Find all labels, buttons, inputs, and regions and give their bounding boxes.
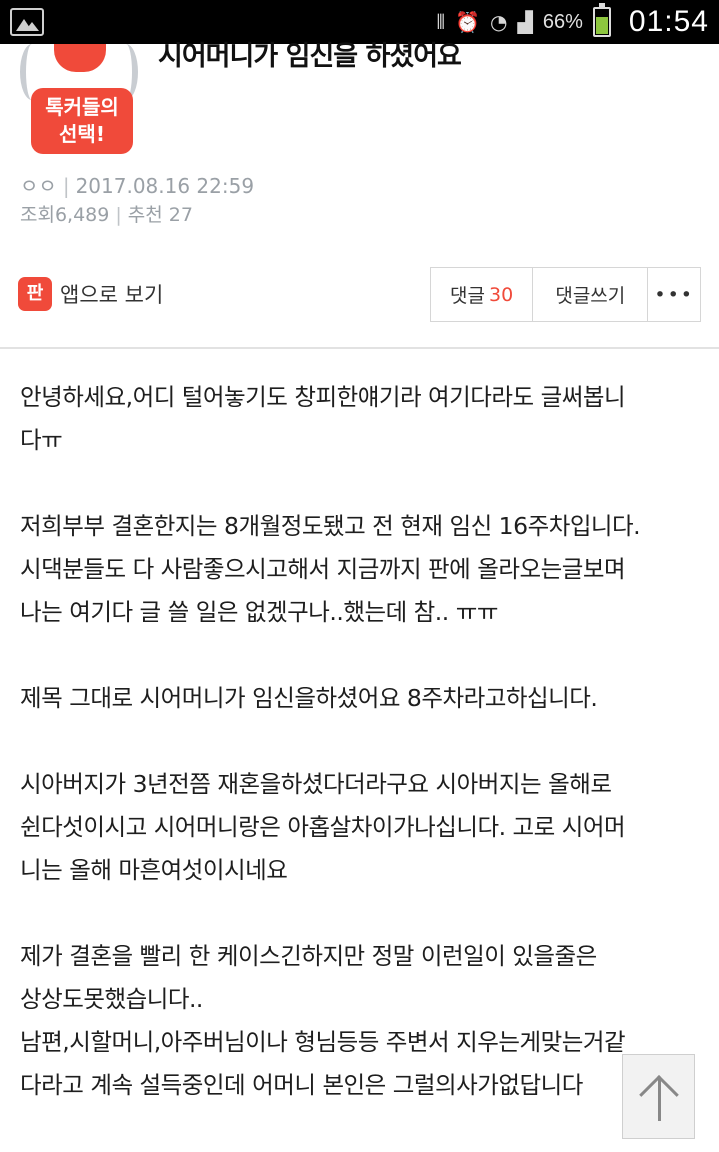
badge-label: 톡커들의 선택!	[31, 88, 133, 154]
signal-icon: ▟	[517, 10, 533, 34]
body-line: 니는 올해 마흔여섯이시네요	[20, 856, 288, 884]
alarm-icon: ⏰	[455, 10, 481, 34]
arrow-up-head	[639, 1075, 679, 1115]
scroll-to-top-button[interactable]	[622, 1054, 695, 1139]
post-meta-author-date: ㅇㅇ | 2017.08.16 22:59	[20, 174, 255, 198]
body-line: 시댁분들도 다 사람좋으시고해서 지금까지 판에 올라오는글보며	[20, 555, 626, 583]
vibrate-icon: ⦀	[436, 10, 446, 34]
open-in-app-label: 앱으로 보기	[60, 283, 164, 307]
open-in-app-link[interactable]: 판 앱으로 보기	[18, 277, 163, 311]
body-line: 남편,시할머니,아주버님이나 형님등등 주변서 지우는게맞는거같	[20, 1028, 626, 1056]
body-line: 상상도못했습니다..	[20, 985, 203, 1013]
views-label: 조회	[20, 204, 55, 226]
wifi-icon: ◔	[490, 10, 508, 34]
recommend-count: 27	[168, 204, 193, 226]
body-line: 다ㅠ	[20, 426, 63, 454]
status-icons: ⦀ ⏰ ◔ ▟ 66% 01:54	[436, 0, 709, 44]
thumbs-up-icon	[54, 44, 106, 72]
divider	[0, 347, 719, 349]
post-title: 시어머니가 임신을 하셨어요	[158, 41, 462, 72]
comments-count: 30	[489, 283, 514, 306]
gallery-icon	[10, 8, 44, 36]
recommend-label: 추천	[127, 204, 163, 226]
talkers-choice-badge: 톡커들의 선택!	[20, 44, 138, 156]
body-line: 시아버지가 3년전쯤 재혼을하셨다더라구요 시아버지는 올해로	[20, 770, 612, 798]
battery-icon	[592, 3, 611, 37]
author-name[interactable]: ㅇㅇ	[20, 174, 57, 198]
body-line: 다라고 계속 설득중인데 어머니 본인은 그럴의사가없답니다	[20, 1071, 583, 1099]
comments-label: 댓글	[450, 285, 485, 307]
post-date: 2017.08.16 22:59	[75, 174, 255, 198]
more-options-button[interactable]: •••	[648, 268, 700, 321]
body-line: 안녕하세요,어디 털어놓기도 창피한얘기라 여기다라도 글써봅니	[20, 383, 626, 411]
battery-percent: 66%	[542, 10, 583, 33]
body-line: 나는 여기다 글 쓸 일은 없겠구나..했는데 참.. ㅠㅠ	[20, 598, 498, 626]
write-comment-button[interactable]: 댓글쓰기	[533, 268, 649, 321]
body-line: 쉰다섯이시고 시어머니랑은 아홉살차이가나십니다. 고로 시어머	[20, 813, 626, 841]
post-body: 안녕하세요,어디 털어놓기도 창피한얘기라 여기다라도 글써봅니 다ㅠ 저희부부…	[20, 376, 710, 1107]
body-line: 제목 그대로 시어머니가 임신을하셨어요 8주차라고하십니다.	[20, 684, 598, 712]
post-meta-stats: 조회6,489 | 추천 27	[20, 204, 193, 226]
views-count: 6,489	[54, 204, 110, 226]
body-line: 저희부부 결혼한지는 8개월정도됐고 전 현재 임신 16주차입니다.	[20, 512, 641, 540]
comments-button[interactable]: 댓글 30	[431, 268, 534, 321]
pann-app-icon: 판	[18, 277, 52, 311]
badge-line2: 선택!	[59, 122, 105, 146]
body-line: 제가 결혼을 빨리 한 케이스긴하지만 정말 이런일이 있을줄은	[20, 942, 597, 970]
clock: 01:54	[628, 5, 709, 38]
badge-line1: 톡커들의	[45, 95, 119, 119]
comment-actions: 댓글 30 댓글쓰기 •••	[430, 267, 701, 322]
